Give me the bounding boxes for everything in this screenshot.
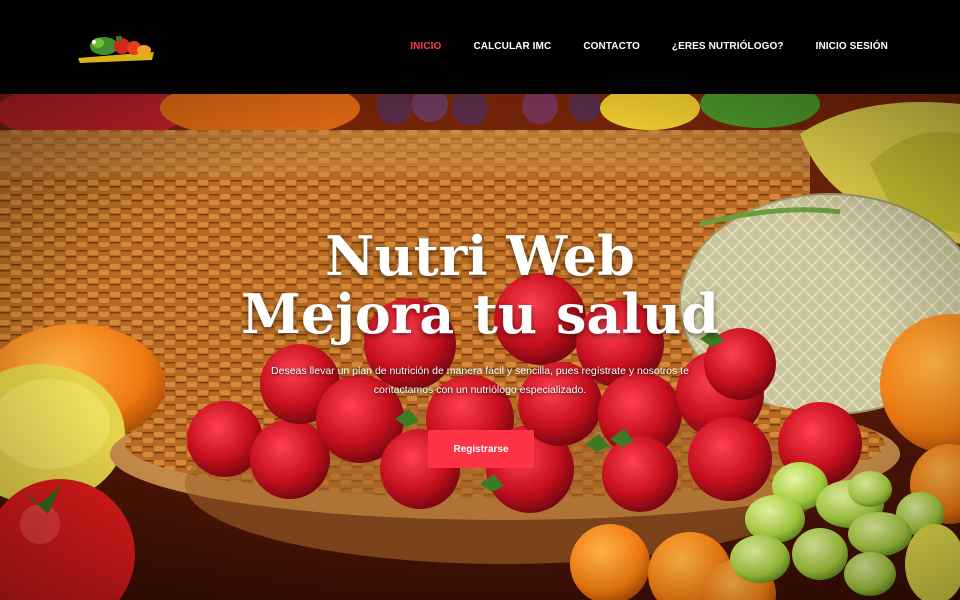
brand-logo[interactable] xyxy=(76,30,156,64)
hero-section: Nutri Web Mejora tu salud Deseas llevar … xyxy=(0,94,960,600)
hero-background-image xyxy=(0,94,960,600)
main-nav: INICIO CALCULAR IMC CONTACTO ¿ERES NUTRI… xyxy=(378,41,888,52)
nav-item-calcular-imc[interactable]: CALCULAR IMC xyxy=(473,41,551,52)
nav-item-inicio[interactable]: INICIO xyxy=(410,41,441,52)
hero-title: Nutri Web Mejora tu salud xyxy=(0,227,960,343)
nav-item-eres-nutriologo[interactable]: ¿ERES NUTRIÓLOGO? xyxy=(672,41,784,52)
hero-description: Deseas llevar un plan de nutrición de ma… xyxy=(271,365,689,396)
hero-title-line1: Nutri Web xyxy=(325,224,635,288)
hero-title-line2: Mejora tu salud xyxy=(241,282,719,346)
nav-item-inicio-sesion[interactable]: INICIO SESIÓN xyxy=(816,41,888,52)
register-button[interactable]: Registrarse xyxy=(428,430,534,468)
top-navbar: INICIO CALCULAR IMC CONTACTO ¿ERES NUTRI… xyxy=(0,0,960,94)
nav-item-contacto[interactable]: CONTACTO xyxy=(583,41,640,52)
